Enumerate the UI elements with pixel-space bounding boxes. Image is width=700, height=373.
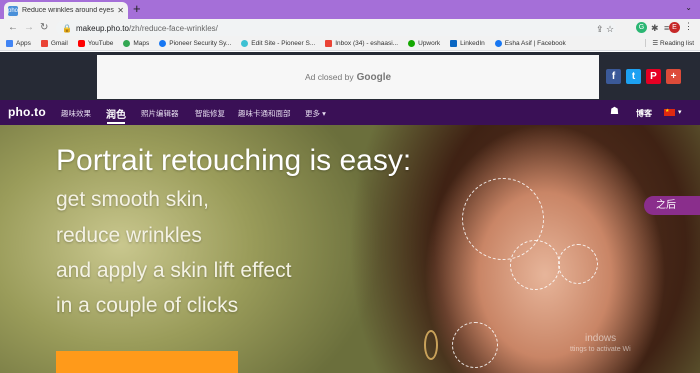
nav-more-dropdown[interactable]: 更多 ▾	[305, 108, 326, 119]
hero-title: Portrait retouching is easy:	[56, 144, 412, 177]
activate-windows-watermark-sub: ttings to activate Wi	[570, 346, 631, 353]
china-flag-icon[interactable]: ★	[664, 108, 675, 116]
android-icon[interactable]: ☗	[610, 106, 619, 117]
nav-photo-editor[interactable]: 照片编辑器	[141, 108, 179, 119]
new-tab-button[interactable]: +	[133, 1, 141, 17]
browser-toolbar: ← → ↻ 🔒 makeup.pho.to/zh/reduce-face-wri…	[0, 19, 700, 37]
twitter-share-icon[interactable]: t	[626, 69, 641, 84]
close-icon[interactable]: ✕	[117, 6, 124, 15]
globe-icon	[241, 40, 249, 47]
reading-list-button[interactable]: ☰ Reading list	[645, 39, 694, 47]
chevron-down-icon[interactable]: ▾	[678, 108, 682, 116]
photo-favicon-icon: pho to	[8, 5, 19, 24]
nav-retouch[interactable]: 润色	[106, 106, 126, 121]
address-bar[interactable]: 🔒 makeup.pho.to/zh/reduce-face-wrinkles/…	[56, 20, 616, 36]
hero-line-1: get smooth skin,	[56, 188, 209, 211]
lock-icon: 🔒	[62, 23, 72, 33]
activate-windows-watermark: indows	[585, 333, 617, 344]
active-tab-underline	[107, 122, 125, 124]
ad-closed-text: Ad closed by	[304, 72, 354, 82]
bookmarks-bar: Apps Gmail YouTube Maps Pioneer Security…	[0, 37, 700, 51]
site-logo[interactable]: pho.to	[8, 105, 46, 119]
bookmark-youtube[interactable]: YouTube	[77, 40, 113, 47]
bookmark-inbox[interactable]: Inbox (34) - eshaasi...	[325, 40, 398, 47]
browser-tab[interactable]: pho to Reduce wrinkles around eyes and..…	[4, 2, 128, 24]
youtube-icon	[77, 40, 85, 47]
tab-strip: pho to Reduce wrinkles around eyes and..…	[0, 0, 700, 24]
start-cta-button[interactable]	[56, 351, 238, 373]
upwork-icon	[408, 40, 416, 47]
apps-grid-icon	[6, 40, 13, 47]
nav-blog[interactable]: 博客	[636, 108, 652, 119]
more-menu-icon[interactable]: ⋮	[684, 21, 693, 32]
earring	[424, 330, 438, 360]
bookmark-facebook[interactable]: Esha Asif | Facebook	[494, 40, 566, 47]
facebook-icon	[159, 40, 167, 47]
star-icon[interactable]: ☆	[606, 22, 614, 36]
bookmark-upwork[interactable]: Upwork	[408, 40, 440, 47]
hero-line-2: reduce wrinkles	[56, 224, 202, 247]
bookmark-maps[interactable]: Maps	[123, 40, 149, 47]
hero-line-4: in a couple of clicks	[56, 294, 239, 317]
reload-icon[interactable]: ↻	[40, 21, 48, 35]
hero-line-3: and apply a skin lift effect	[56, 259, 292, 282]
google-plus-share-icon[interactable]: +	[666, 69, 681, 84]
pinterest-share-icon[interactable]: P	[646, 69, 661, 84]
extensions-puzzle-icon[interactable]: ✱	[651, 21, 659, 35]
nav-cartoon-faces[interactable]: 趣味卡通和面部	[238, 108, 291, 119]
retouch-zone-circle	[510, 240, 560, 290]
bookmark-edit-site[interactable]: Edit Site - Pioneer S...	[241, 40, 315, 47]
profile-avatar[interactable]: E	[669, 22, 680, 33]
forward-arrow-icon[interactable]: →	[24, 21, 34, 35]
tab-title: Reduce wrinkles around eyes and...	[22, 7, 114, 14]
facebook-icon	[494, 40, 502, 47]
retouch-zone-circle	[558, 244, 598, 284]
site-navigation: pho.to 趣味效果 润色 照片编辑器 智能修复 趣味卡通和面部 更多 ▾ ☗…	[0, 100, 700, 125]
google-logo: Google	[356, 71, 392, 83]
maps-pin-icon	[123, 40, 131, 47]
bookmark-gmail[interactable]: Gmail	[40, 40, 68, 47]
nav-fun-effects[interactable]: 趣味效果	[61, 108, 91, 119]
ad-banner-area: Ad closed by Google	[0, 52, 700, 100]
url-text: makeup.pho.to/zh/reduce-face-wrinkles/	[76, 23, 218, 33]
retouch-zone-circle	[452, 322, 498, 368]
bookmark-linkedin[interactable]: LinkedIn	[450, 40, 485, 47]
gmail-icon	[325, 40, 333, 47]
share-icon[interactable]: ⇪	[596, 22, 604, 36]
back-arrow-icon[interactable]: ←	[8, 21, 18, 35]
bookmark-apps[interactable]: Apps	[6, 40, 31, 47]
chevron-down-icon[interactable]: ⌄	[685, 3, 692, 12]
nav-smart-repair[interactable]: 智能修复	[195, 108, 225, 119]
gmail-icon	[40, 40, 48, 47]
bookmark-pioneer-security[interactable]: Pioneer Security Sy...	[159, 40, 231, 47]
after-toggle-button[interactable]: 之后	[644, 196, 700, 215]
facebook-share-icon[interactable]: f	[606, 69, 621, 84]
ad-box: Ad closed by Google	[97, 55, 599, 99]
linkedin-icon	[450, 40, 458, 47]
grammarly-extension-icon[interactable]: G	[636, 22, 647, 33]
